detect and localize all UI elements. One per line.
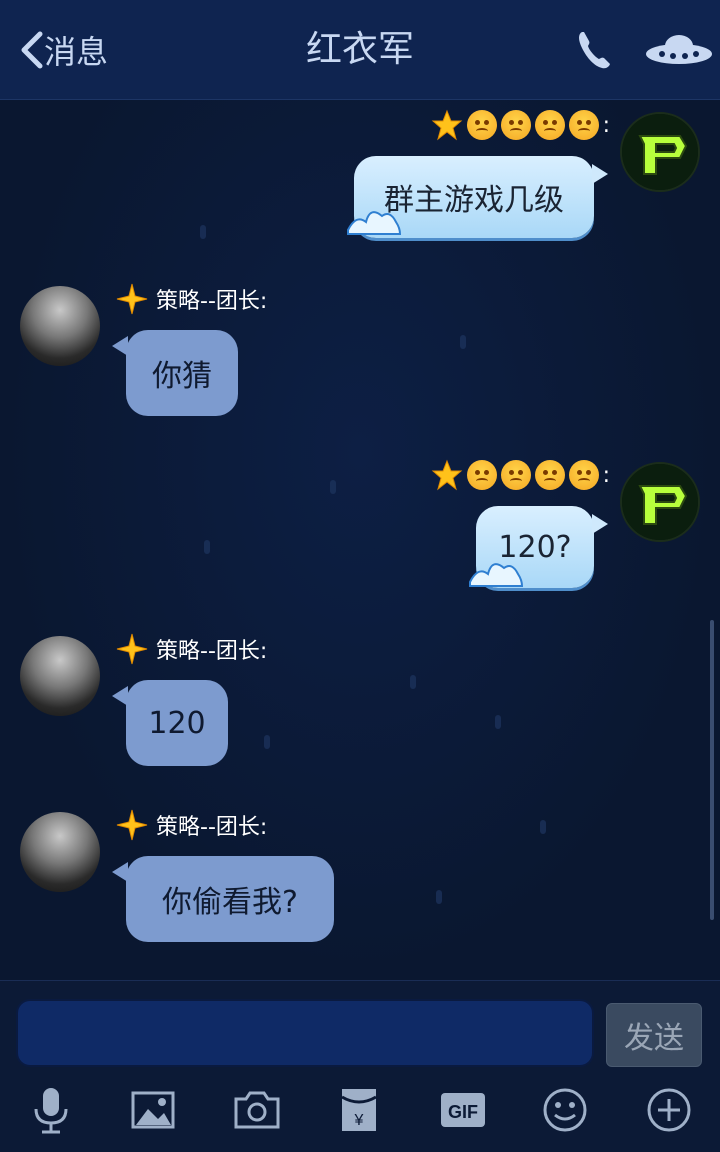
camera-icon[interactable]: [232, 1085, 282, 1135]
frown-emoji-icon: [500, 460, 531, 490]
message-text: 120: [148, 705, 206, 741]
frown-emoji-icon: [534, 460, 565, 490]
message-text: 你偷看我?: [162, 885, 298, 920]
star-icon: [431, 459, 462, 491]
message-text: 群主游戏几级: [384, 183, 564, 218]
chat-area[interactable]: : 群主游戏几级 策略--团长: 你猜 : 120? 策略--团长: 120 策…: [0, 100, 720, 980]
sender-name-row: 策略--团长:: [116, 809, 268, 841]
ufo-icon[interactable]: [644, 30, 714, 70]
svg-text:GIF: GIF: [448, 1102, 478, 1122]
scrollbar[interactable]: [710, 620, 714, 920]
self-avatar[interactable]: [620, 462, 700, 542]
input-bar: 发送 ¥ GIF: [0, 980, 720, 1152]
background-star: [436, 890, 442, 904]
sender-name: 策略--团长:: [156, 289, 268, 314]
p-logo-icon: [622, 464, 698, 540]
self-avatar[interactable]: [620, 112, 700, 192]
background-star: [264, 735, 270, 749]
background-star: [410, 675, 416, 689]
phone-icon[interactable]: [574, 28, 614, 72]
header-bar: 消息 红衣军: [0, 0, 720, 100]
send-button[interactable]: 发送: [606, 1003, 702, 1067]
background-star: [540, 820, 546, 834]
sparkle-icon: [116, 283, 148, 315]
background-star: [495, 715, 501, 729]
sender-avatar[interactable]: [20, 812, 100, 892]
frown-emoji-icon: [568, 110, 599, 140]
sparkle-icon: [116, 633, 148, 665]
svg-text:¥: ¥: [354, 1112, 364, 1129]
image-icon[interactable]: [128, 1085, 178, 1135]
sender-avatar[interactable]: [20, 286, 100, 366]
sender-name: 策略--团长:: [156, 639, 268, 664]
wave-decoration-icon: [469, 563, 524, 587]
microphone-icon[interactable]: [26, 1085, 76, 1135]
sender-name: 策略--团长:: [156, 815, 268, 840]
sender-avatar[interactable]: [20, 636, 100, 716]
self-name-suffix: :: [602, 462, 610, 488]
message-text: 你猜: [152, 359, 212, 394]
message-bubble-other[interactable]: 你偷看我?: [126, 856, 334, 942]
bubble-tail: [592, 514, 608, 534]
plus-icon[interactable]: [644, 1085, 694, 1135]
star-icon: [431, 109, 462, 141]
message-input[interactable]: [16, 999, 594, 1067]
background-star: [330, 480, 336, 494]
frown-emoji-icon: [466, 460, 497, 490]
frown-emoji-icon: [534, 110, 565, 140]
wave-decoration-icon: [347, 211, 402, 235]
sparkle-icon: [116, 809, 148, 841]
frown-emoji-icon: [500, 110, 531, 140]
frown-emoji-icon: [466, 110, 497, 140]
message-bubble-other[interactable]: 你猜: [126, 330, 238, 416]
background-star: [204, 540, 210, 554]
gif-icon[interactable]: GIF: [438, 1085, 488, 1135]
red-packet-icon[interactable]: ¥: [334, 1085, 384, 1135]
self-name-row: :: [400, 109, 610, 141]
background-star: [460, 335, 466, 349]
self-name-suffix: :: [602, 112, 610, 138]
background-star: [200, 225, 206, 239]
emoji-icon[interactable]: [540, 1085, 590, 1135]
sender-name-row: 策略--团长:: [116, 633, 268, 665]
sender-name-row: 策略--团长:: [116, 283, 268, 315]
bubble-tail: [592, 164, 608, 184]
frown-emoji-icon: [568, 460, 599, 490]
p-logo-icon: [622, 114, 698, 190]
self-name-row: :: [400, 459, 610, 491]
message-bubble-other[interactable]: 120: [126, 680, 228, 766]
